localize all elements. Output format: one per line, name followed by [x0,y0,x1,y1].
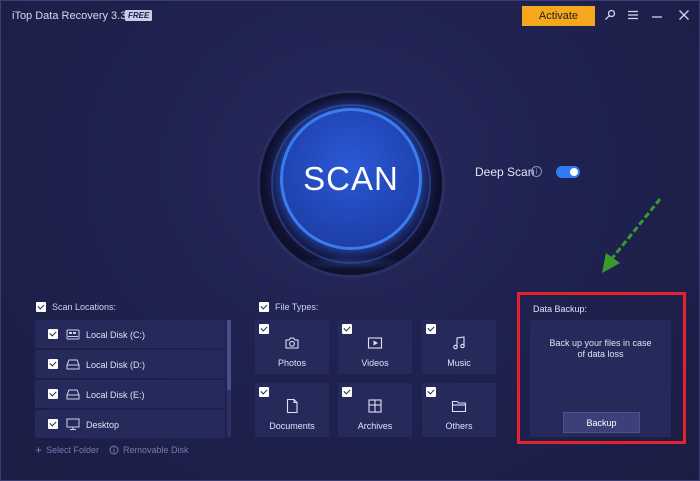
file-type-label: Videos [361,358,389,368]
file-type-archives[interactable]: Archives [338,383,412,437]
file-type-label: Documents [269,421,315,431]
location-label: Local Disk (D:) [86,360,146,370]
file-types-label: File Types: [275,302,319,312]
location-checkbox[interactable] [48,389,58,399]
minimize-icon[interactable] [649,7,665,23]
folder-icon [451,400,467,413]
document-icon [286,398,298,414]
file-type-music[interactable]: Music [422,320,496,374]
location-label: Local Disk (E:) [86,390,145,400]
scan-button[interactable]: SCAN [280,108,422,250]
scrollbar-thumb[interactable] [227,320,231,390]
scan-locations-header[interactable]: Scan Locations: [36,302,116,312]
monitor-icon [66,418,80,430]
title-bar: iTop Data Recovery 3.3 FREE Activate [1,1,700,31]
location-item-d[interactable]: Local Disk (D:) [35,350,225,378]
location-item-e[interactable]: Local Disk (E:) [35,380,225,408]
music-icon [453,336,465,350]
location-item-c[interactable]: Local Disk (C:) [35,320,225,348]
location-item-desktop[interactable]: Desktop [35,410,225,438]
key-icon[interactable] [602,7,618,23]
file-types-checkbox[interactable] [259,302,269,312]
file-type-label: Archives [357,421,393,431]
location-checkbox[interactable] [48,359,58,369]
file-type-videos[interactable]: Videos [338,320,412,374]
scan-glow [291,256,411,270]
info-circle-icon [109,445,119,455]
file-type-label: Photos [277,358,307,368]
app-title: iTop Data Recovery 3.3 [12,10,127,22]
location-checkbox[interactable] [48,329,58,339]
scan-locations-list: Local Disk (C:) Local Disk (D:) Local Di… [35,320,233,438]
location-label: Local Disk (C:) [86,330,146,340]
file-type-others[interactable]: Others [422,383,496,437]
menu-icon[interactable] [625,7,641,23]
toggle-knob [570,168,578,176]
file-type-photos[interactable]: Photos [255,320,329,374]
drive-icon [66,389,80,400]
plus-icon: + [35,442,43,457]
drive-icon [66,359,80,370]
file-type-label: Others [445,421,473,431]
location-checkbox[interactable] [48,419,58,429]
camera-icon [285,337,299,349]
activate-button[interactable]: Activate [522,6,595,26]
file-types-header[interactable]: File Types: [259,302,318,312]
location-label: Desktop [86,420,120,430]
info-icon[interactable]: i [531,166,542,177]
locations-scrollbar[interactable] [227,320,231,437]
red-highlight-box [517,292,686,444]
file-type-checkbox[interactable] [426,324,436,334]
archive-icon [368,399,382,413]
removable-disk-link[interactable]: Removable Disk [109,445,189,455]
annotation-arrow-icon [602,198,662,273]
select-folder-link[interactable]: + Select Folder [35,442,100,457]
file-type-label: Music [447,358,471,368]
deep-scan-toggle[interactable] [556,166,580,178]
file-type-checkbox[interactable] [426,387,436,397]
file-type-documents[interactable]: Documents [255,383,329,437]
video-icon [367,337,383,349]
file-type-checkbox[interactable] [342,324,352,334]
file-type-checkbox[interactable] [259,387,269,397]
file-type-checkbox[interactable] [259,324,269,334]
deep-scan-label: Deep Scan [475,165,535,179]
file-type-checkbox[interactable] [342,387,352,397]
removable-disk-label: Removable Disk [123,445,189,455]
drive-system-icon [66,329,80,340]
select-folder-label: Select Folder [46,445,100,455]
scan-locations-label: Scan Locations: [52,302,117,312]
close-icon[interactable] [676,7,692,23]
free-badge: FREE [125,10,153,21]
scan-locations-checkbox[interactable] [36,302,46,312]
app-window: iTop Data Recovery 3.3 FREE Activate SCA… [0,0,700,481]
